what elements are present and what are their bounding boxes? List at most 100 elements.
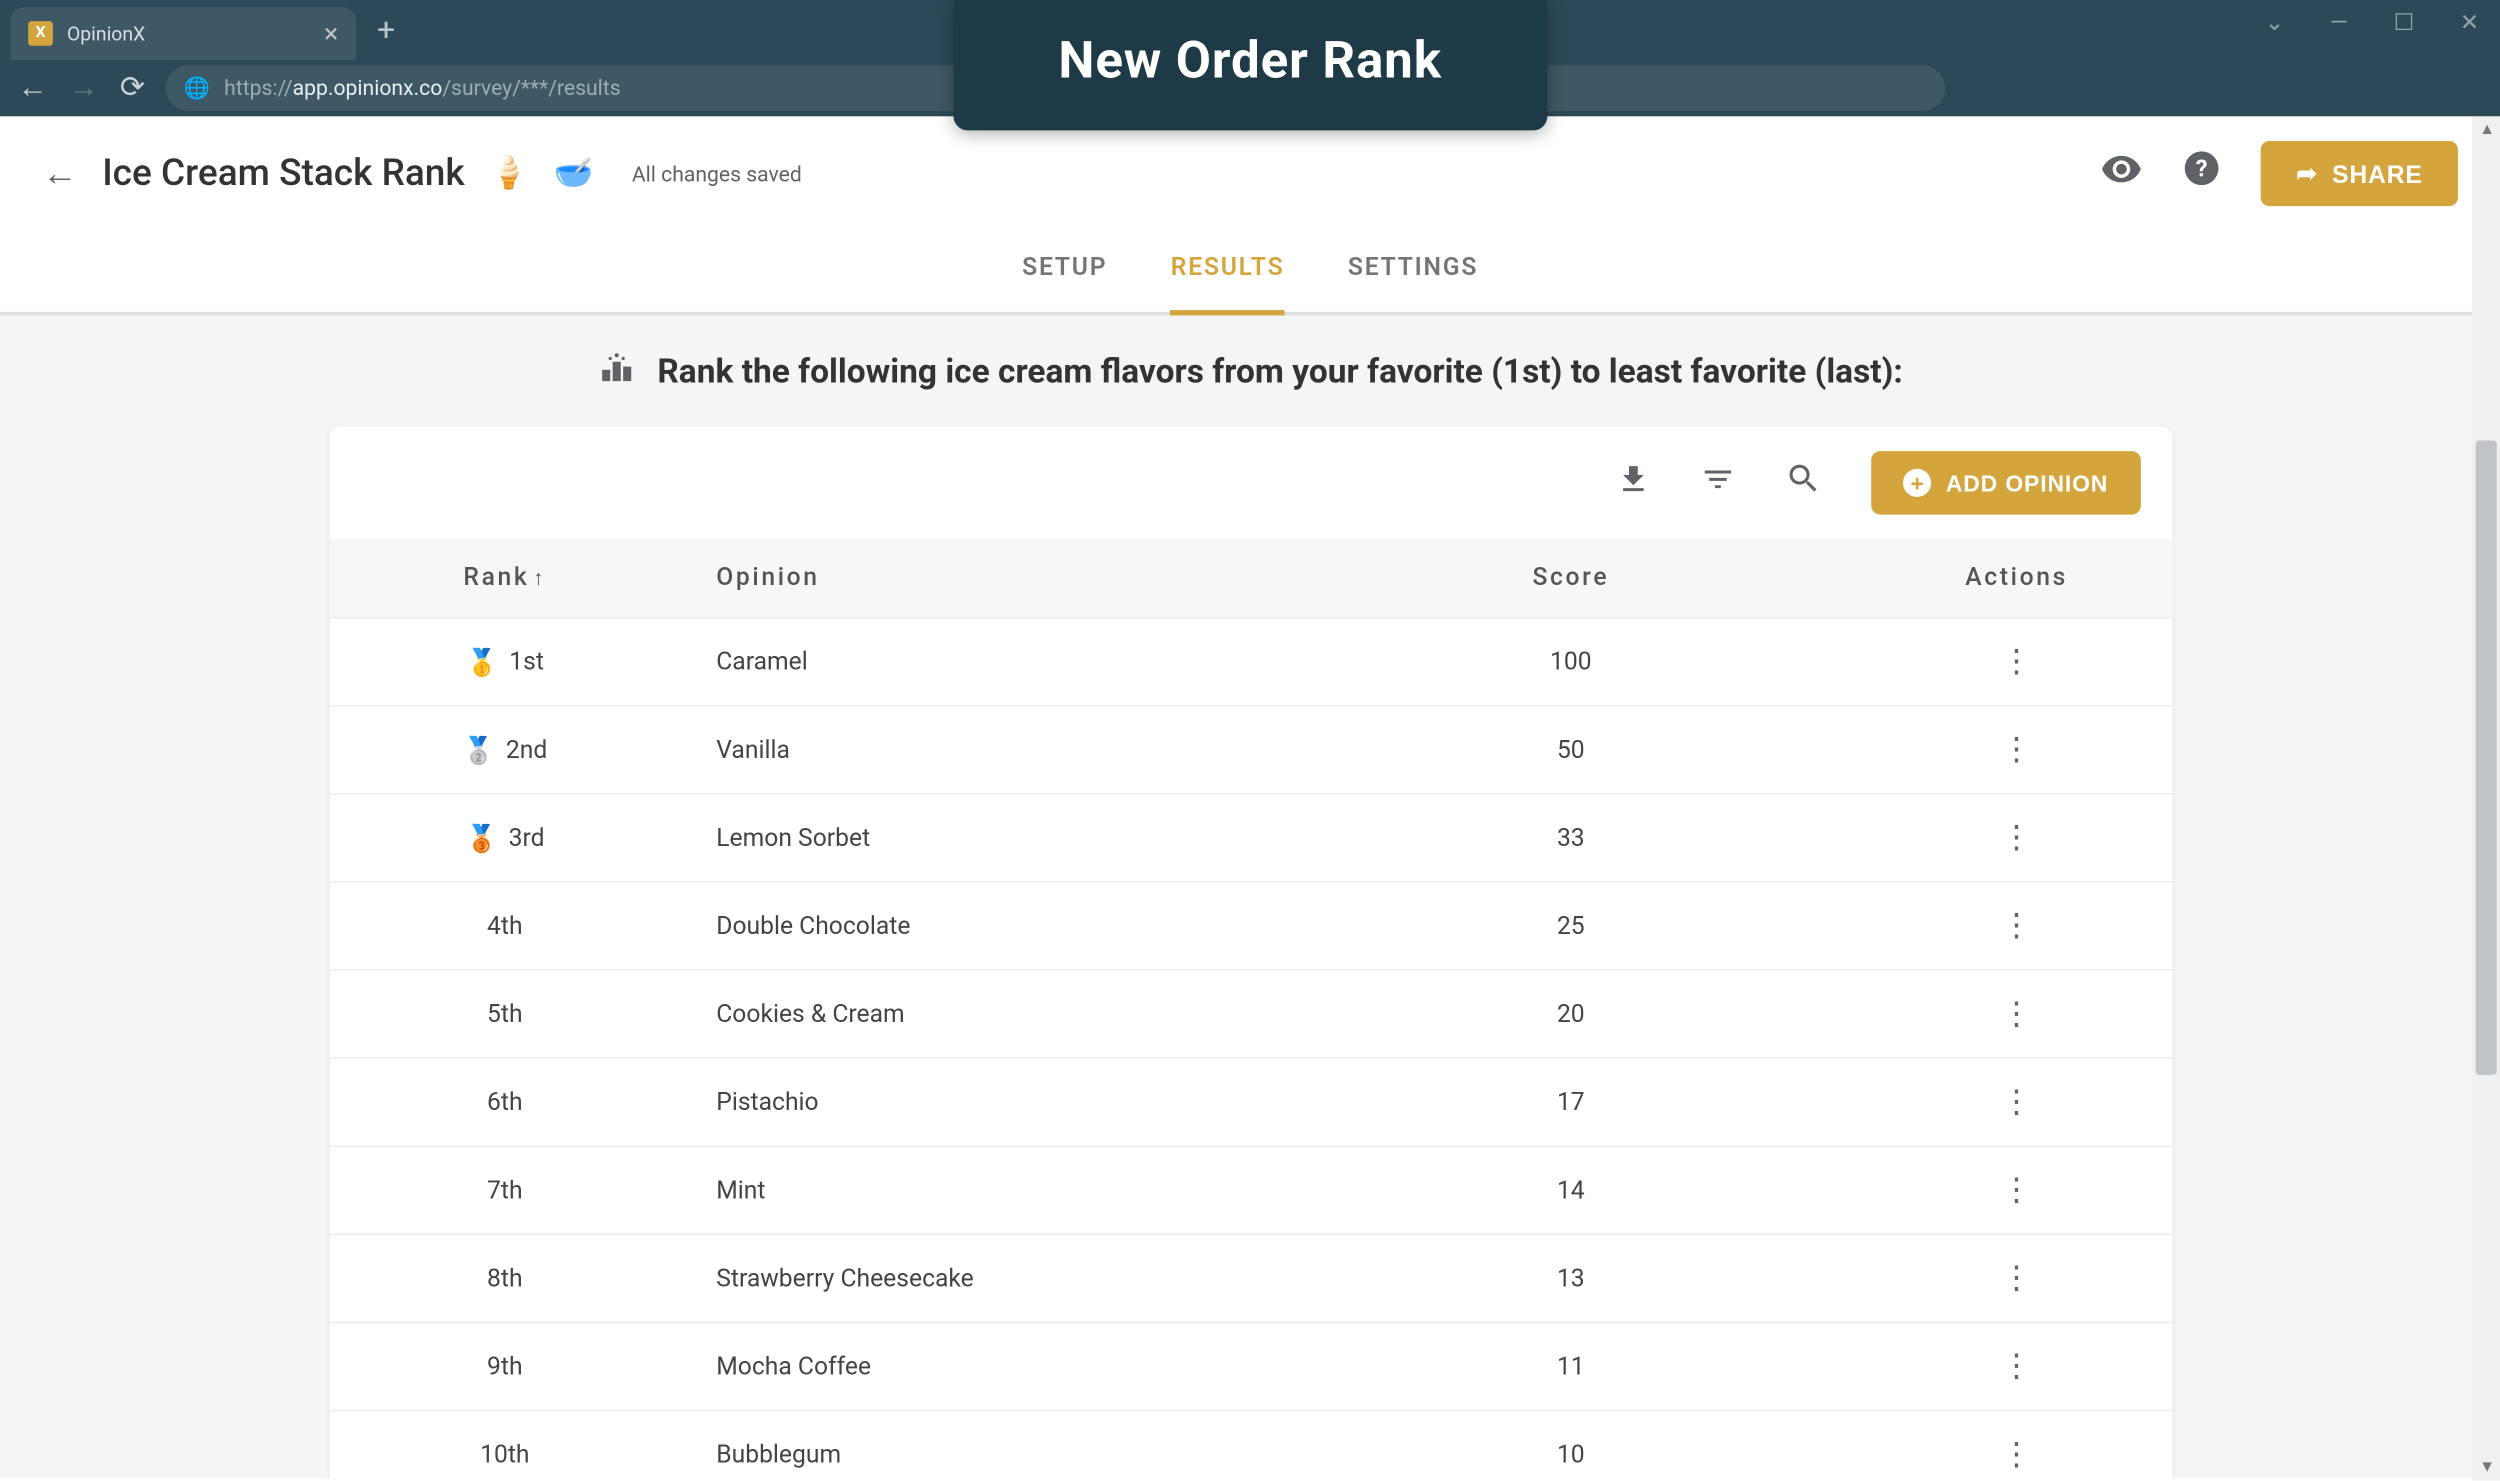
score-cell: 14 — [1280, 1176, 1861, 1204]
column-score[interactable]: Score — [1280, 564, 1861, 592]
share-button[interactable]: ➦ SHARE — [2261, 141, 2458, 206]
add-opinion-button[interactable]: + ADD OPINION — [1872, 451, 2140, 514]
opinion-cell: Pistachio — [681, 1088, 1280, 1116]
opinion-cell: Cookies & Cream — [681, 1000, 1280, 1028]
share-arrow-icon: ➦ — [2296, 159, 2318, 189]
filter-icon[interactable] — [1701, 461, 1736, 505]
question-text: Rank the following ice cream flavors fro… — [657, 351, 1902, 392]
row-actions-menu[interactable]: ⋮ — [1862, 1172, 2172, 1209]
table-row[interactable]: 6thPistachio17⋮ — [329, 1059, 2172, 1147]
browser-forward-icon[interactable]: → — [69, 70, 99, 105]
back-arrow-icon[interactable]: ← — [42, 152, 77, 196]
app-header: ← Ice Cream Stack Rank 🍦 🥣 All changes s… — [0, 116, 2500, 215]
scroll-up-icon[interactable]: ▲ — [2479, 120, 2495, 139]
browser-tab[interactable]: X OpinionX × — [11, 7, 356, 60]
opinion-cell: Vanilla — [681, 736, 1280, 764]
help-icon[interactable]: ? — [2182, 148, 2223, 199]
tab-settings[interactable]: SETTINGS — [1348, 254, 1478, 316]
table-row[interactable]: 10thBubblegum10⋮ — [329, 1411, 2172, 1478]
row-actions-menu[interactable]: ⋮ — [1862, 996, 2172, 1033]
tab-setup[interactable]: SETUP — [1022, 254, 1107, 316]
rank-cell: 4th — [329, 912, 681, 940]
table-row[interactable]: 7thMint14⋮ — [329, 1147, 2172, 1235]
window-chevron-icon[interactable]: ⌄ — [2265, 11, 2284, 37]
sort-arrow-up-icon: ↑ — [533, 566, 546, 591]
row-actions-menu[interactable]: ⋮ — [1862, 731, 2172, 768]
row-actions-menu[interactable]: ⋮ — [1862, 819, 2172, 856]
download-icon[interactable] — [1616, 461, 1651, 505]
search-icon[interactable] — [1785, 460, 1822, 506]
rank-cell: 🥇1st — [329, 646, 681, 678]
row-actions-menu[interactable]: ⋮ — [1862, 1084, 2172, 1121]
table-header: Rank↑ Opinion Score Actions — [329, 539, 2172, 618]
table-row[interactable]: 4thDouble Chocolate25⋮ — [329, 883, 2172, 971]
opinion-cell: Lemon Sorbet — [681, 824, 1280, 852]
tab-favicon: X — [28, 21, 53, 46]
ice-cream-emoji: 🍦 — [489, 155, 529, 192]
window-minimize-icon[interactable]: — — [2330, 11, 2348, 37]
row-actions-menu[interactable]: ⋮ — [1862, 643, 2172, 680]
overlay-banner: New Order Rank — [953, 0, 1548, 130]
row-actions-menu[interactable]: ⋮ — [1862, 1436, 2172, 1473]
window-maximize-icon[interactable]: ☐ — [2394, 11, 2415, 37]
results-card: + ADD OPINION Rank↑ Opinion Score Action… — [329, 426, 2172, 1478]
tab-close-icon[interactable]: × — [324, 18, 338, 50]
score-cell: 50 — [1280, 736, 1861, 764]
rank-cell: 5th — [329, 1000, 681, 1028]
table-row[interactable]: 8thStrawberry Cheesecake13⋮ — [329, 1235, 2172, 1323]
rank-cell: 10th — [329, 1440, 681, 1468]
column-opinion[interactable]: Opinion — [681, 564, 1280, 592]
medal-icon: 🥈 — [462, 734, 495, 766]
globe-icon: 🌐 — [184, 76, 210, 101]
table-row[interactable]: 9thMocha Coffee11⋮ — [329, 1323, 2172, 1411]
page-title: Ice Cream Stack Rank — [102, 152, 465, 194]
score-cell: 20 — [1280, 1000, 1861, 1028]
table-row[interactable]: 🥉3rdLemon Sorbet33⋮ — [329, 795, 2172, 883]
browser-back-icon[interactable]: ← — [18, 70, 48, 105]
column-rank[interactable]: Rank↑ — [329, 564, 681, 592]
svg-text:?: ? — [2196, 155, 2208, 183]
tab-results[interactable]: RESULTS — [1171, 254, 1285, 316]
nav-tabs: SETUP RESULTS SETTINGS — [0, 215, 2500, 315]
table-row[interactable]: 5thCookies & Cream20⋮ — [329, 971, 2172, 1059]
score-cell: 25 — [1280, 912, 1861, 940]
bowl-emoji: 🥣 — [554, 155, 594, 192]
browser-reload-icon[interactable]: ⟳ — [120, 70, 145, 105]
plus-circle-icon: + — [1904, 469, 1932, 497]
rank-cell: 6th — [329, 1088, 681, 1116]
scrollbar-thumb[interactable] — [2476, 441, 2497, 1075]
new-tab-button[interactable]: + — [377, 11, 395, 48]
rank-cell: 8th — [329, 1264, 681, 1292]
row-actions-menu[interactable]: ⋮ — [1862, 1260, 2172, 1297]
rank-cell: 🥉3rd — [329, 822, 681, 854]
score-cell: 17 — [1280, 1088, 1861, 1116]
score-cell: 10 — [1280, 1440, 1861, 1468]
table-row[interactable]: 🥇1stCaramel100⋮ — [329, 618, 2172, 706]
score-cell: 11 — [1280, 1352, 1861, 1380]
opinion-cell: Strawberry Cheesecake — [681, 1264, 1280, 1292]
medal-icon: 🥉 — [465, 822, 498, 854]
rank-cell: 7th — [329, 1176, 681, 1204]
row-actions-menu[interactable]: ⋮ — [1862, 1348, 2172, 1385]
opinion-cell: Caramel — [681, 648, 1280, 676]
opinion-cell: Mocha Coffee — [681, 1352, 1280, 1380]
scroll-down-icon[interactable]: ▼ — [2479, 1457, 2495, 1476]
row-actions-menu[interactable]: ⋮ — [1862, 907, 2172, 944]
window-close-icon[interactable]: ✕ — [2460, 11, 2479, 37]
window-controls: ⌄ — ☐ ✕ — [2265, 11, 2479, 37]
table-row[interactable]: 🥈2ndVanilla50⋮ — [329, 707, 2172, 795]
medal-icon: 🥇 — [466, 646, 499, 678]
save-status: All changes saved — [632, 161, 802, 186]
opinion-cell: Double Chocolate — [681, 912, 1280, 940]
rank-cell: 9th — [329, 1352, 681, 1380]
results-table: Rank↑ Opinion Score Actions 🥇1stCaramel1… — [329, 539, 2172, 1478]
preview-eye-icon[interactable] — [2101, 147, 2143, 200]
column-actions: Actions — [1862, 564, 2172, 592]
content-area: Rank the following ice cream flavors fro… — [0, 315, 2500, 1478]
rank-cell: 🥈2nd — [329, 734, 681, 766]
score-cell: 100 — [1280, 648, 1861, 676]
score-cell: 13 — [1280, 1264, 1861, 1292]
score-cell: 33 — [1280, 824, 1861, 852]
opinion-cell: Bubblegum — [681, 1440, 1280, 1468]
opinion-cell: Mint — [681, 1176, 1280, 1204]
